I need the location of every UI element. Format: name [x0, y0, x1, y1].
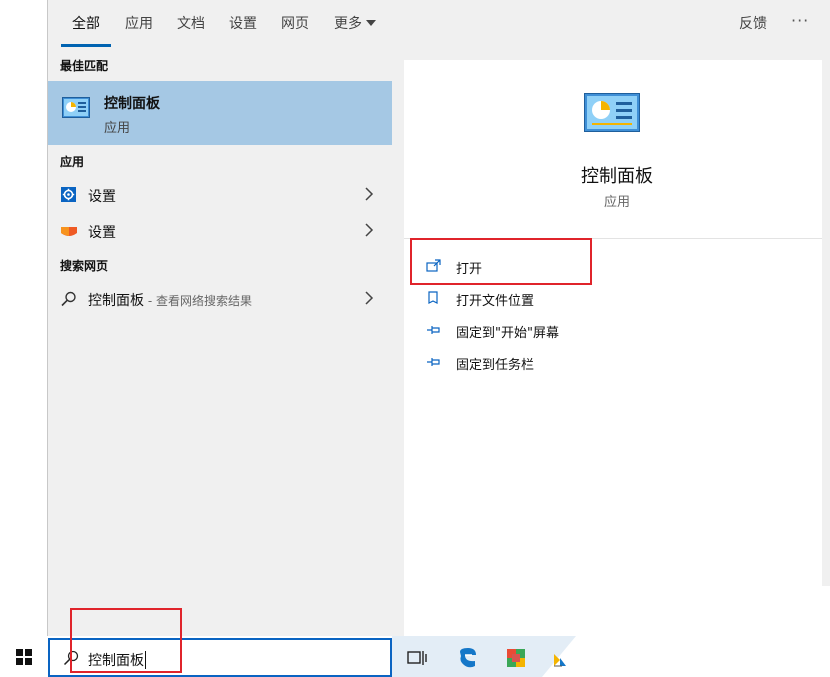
control-panel-icon	[62, 97, 90, 118]
feedback-button[interactable]: 反馈	[739, 13, 767, 33]
windows-start-icon[interactable]	[15, 648, 33, 666]
action-pin-to-taskbar[interactable]: 固定到任务栏	[426, 351, 726, 375]
chevron-right-icon[interactable]	[364, 223, 374, 237]
taskbar: 控制面板	[0, 636, 830, 677]
preview-title: 控制面板	[581, 166, 653, 187]
edge-icon[interactable]	[456, 646, 480, 670]
tab-web[interactable]: 网页	[281, 13, 309, 33]
settings-gear-icon	[61, 187, 76, 202]
best-match-subtitle: 应用	[104, 121, 131, 136]
result-settings-1[interactable]: 设置	[48, 178, 392, 212]
settings-colorful-icon	[61, 227, 77, 236]
tab-more-label: 更多	[334, 16, 362, 32]
tab-more[interactable]: 更多	[334, 13, 376, 33]
search-icon	[61, 291, 76, 307]
action-pin-to-start[interactable]: 固定到"开始"屏幕	[426, 319, 726, 343]
apps-heading: 应用	[60, 155, 85, 169]
result-label: 设置	[88, 189, 116, 205]
search-panel: 全部 应用 文档 设置 网页 更多 反馈 ··· 最佳匹配 控制面板 应用 应用…	[48, 0, 830, 636]
web-search-label: 控制面板 - 查看网络搜索结果	[88, 290, 252, 310]
more-options-button[interactable]: ···	[791, 11, 809, 30]
best-match-heading: 最佳匹配	[60, 59, 109, 73]
control-panel-icon	[584, 93, 640, 132]
search-input[interactable]: 控制面板	[88, 650, 146, 670]
taskbar-search-box[interactable]: 控制面板	[48, 638, 392, 677]
pin-icon	[427, 358, 440, 366]
tab-settings[interactable]: 设置	[229, 13, 257, 33]
scrollbar-track[interactable]	[822, 0, 830, 586]
result-web-search[interactable]: 控制面板 - 查看网络搜索结果	[48, 282, 392, 316]
search-input-value: 控制面板	[88, 653, 144, 669]
chevron-right-icon[interactable]	[364, 291, 374, 305]
file-location-icon	[428, 291, 438, 304]
tab-documents[interactable]: 文档	[177, 13, 205, 33]
action-label: 打开文件位置	[456, 294, 535, 309]
web-search-query: 控制面板	[88, 293, 144, 309]
open-icon	[426, 259, 441, 272]
pin-icon	[427, 326, 440, 334]
text-cursor	[145, 651, 146, 669]
chevron-right-icon[interactable]	[364, 187, 374, 201]
action-label: 打开	[456, 262, 483, 277]
chevron-down-icon	[366, 20, 376, 26]
action-open-file-location[interactable]: 打开文件位置	[426, 287, 726, 311]
best-match-item[interactable]: 控制面板 应用	[48, 81, 392, 145]
preview-pane: 控制面板 应用 打开 打开文件位置 固定到"开始"屏幕 固定到任务栏	[404, 60, 830, 636]
web-search-heading: 搜索网页	[60, 259, 109, 273]
result-settings-2[interactable]: 设置	[48, 214, 392, 248]
best-match-title: 控制面板	[104, 96, 160, 112]
action-label: 固定到任务栏	[456, 358, 535, 373]
preview-subtitle: 应用	[603, 195, 630, 210]
active-tab-indicator	[61, 44, 111, 47]
web-search-hint: - 查看网络搜索结果	[144, 294, 252, 308]
search-tabs: 全部 应用 文档 设置 网页 更多 反馈 ···	[48, 0, 830, 48]
result-label: 设置	[88, 225, 116, 241]
divider	[404, 238, 830, 239]
desktop-edge	[0, 0, 47, 636]
tab-all[interactable]: 全部	[72, 13, 100, 33]
search-icon	[63, 650, 79, 666]
action-label: 固定到"开始"屏幕	[456, 326, 559, 341]
tab-apps[interactable]: 应用	[125, 13, 153, 33]
app-icon[interactable]	[548, 646, 572, 670]
store-icon[interactable]	[504, 646, 528, 670]
task-view-icon[interactable]	[405, 646, 429, 670]
screen: 全部 应用 文档 设置 网页 更多 反馈 ··· 最佳匹配 控制面板 应用 应用…	[0, 0, 830, 677]
action-open[interactable]: 打开	[426, 255, 726, 279]
